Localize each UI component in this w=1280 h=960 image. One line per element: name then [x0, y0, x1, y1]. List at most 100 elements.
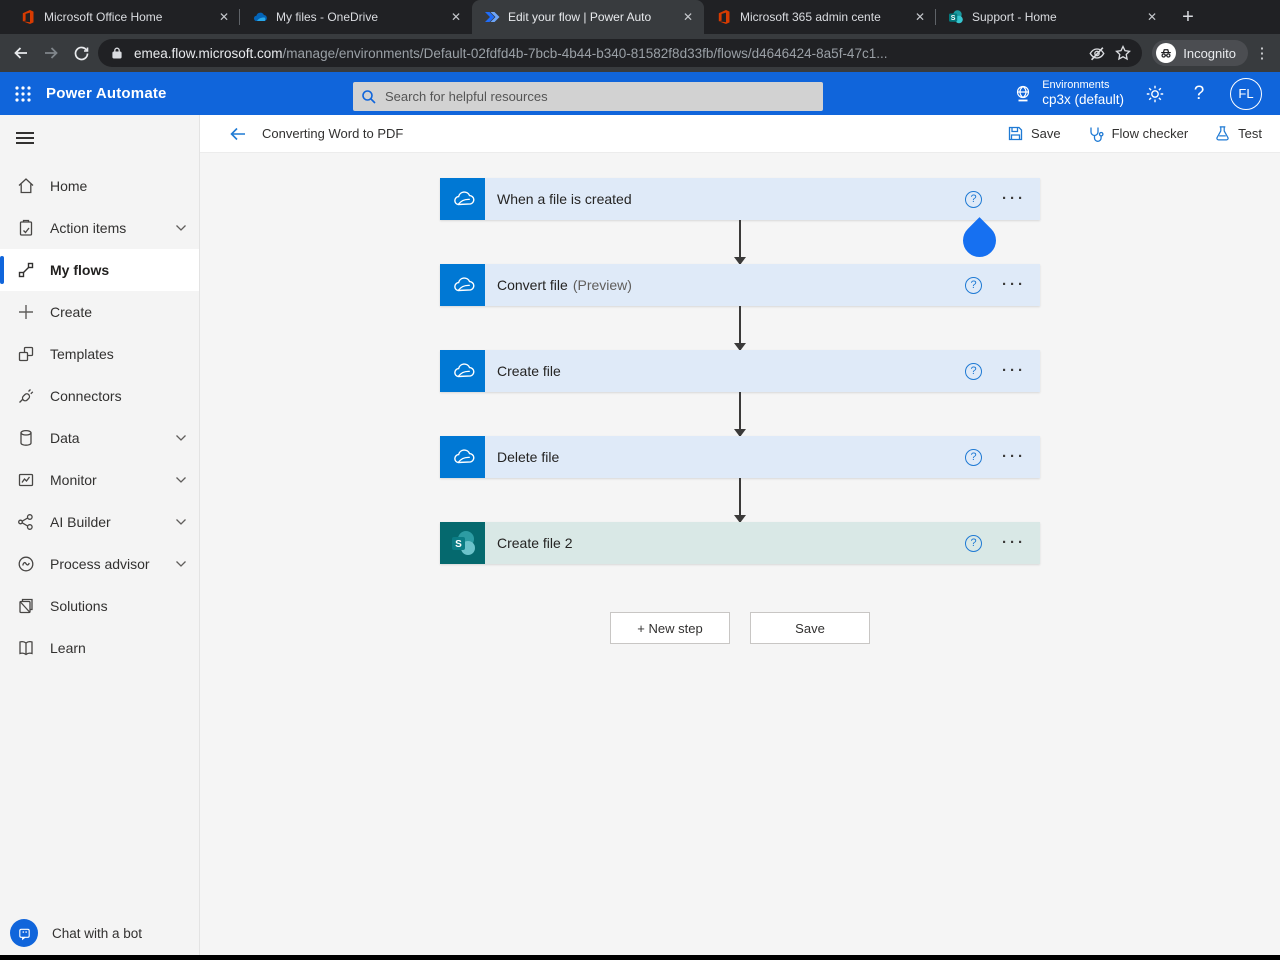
reload-icon[interactable]: [68, 40, 94, 66]
step-menu-icon[interactable]: ···: [1002, 191, 1026, 206]
step-help-icon[interactable]: ?: [965, 190, 982, 208]
ai-builder-icon: [18, 514, 33, 530]
step-menu-icon[interactable]: ···: [1002, 535, 1026, 550]
environment-picker[interactable]: Environments cp3x (default): [1012, 79, 1124, 107]
sidebar-item-monitor[interactable]: Monitor: [0, 459, 199, 501]
onedrive-connector-icon: [440, 350, 485, 392]
process-advisor-icon: [18, 556, 34, 572]
flow-step-delete-file[interactable]: Delete file ? ···: [440, 436, 1040, 478]
tab-close-icon[interactable]: ✕: [680, 9, 696, 25]
step-help-icon[interactable]: ?: [965, 448, 982, 466]
sidebar-item-home[interactable]: Home: [0, 165, 199, 207]
chevron-down-icon: [176, 225, 186, 231]
plus-icon: [19, 305, 33, 319]
flow-canvas: When a file is created ? ··· Convert fil…: [200, 153, 1280, 955]
sidebar-item-data[interactable]: Data: [0, 417, 199, 459]
tab-close-icon[interactable]: ✕: [216, 9, 232, 25]
sidebar-item-solutions[interactable]: Solutions: [0, 585, 199, 627]
onedrive-connector-icon: [440, 264, 485, 306]
back-arrow-icon[interactable]: [226, 122, 250, 146]
home-icon: [18, 178, 34, 194]
office-favicon: [20, 9, 36, 25]
connector-arrow: [734, 392, 746, 437]
tab-close-icon[interactable]: ✕: [1144, 9, 1160, 25]
step-help-icon[interactable]: ?: [965, 362, 982, 380]
sidebar-item-process-advisor[interactable]: Process advisor: [0, 543, 199, 585]
settings-gear-icon[interactable]: [1142, 81, 1168, 107]
flow-step-create-file[interactable]: Create file ? ···: [440, 350, 1040, 392]
stethoscope-icon: [1089, 127, 1104, 142]
solutions-icon: [19, 598, 33, 614]
test-button[interactable]: Test: [1214, 125, 1262, 142]
url-field[interactable]: emea.flow.microsoft.com/manage/environme…: [98, 39, 1143, 67]
flow-toolbar: Converting Word to PDF Save Flow checker…: [200, 115, 1280, 153]
new-tab-button[interactable]: +: [1174, 3, 1202, 31]
browser-menu-icon[interactable]: ⋮: [1252, 44, 1272, 62]
help-icon[interactable]: ?: [1186, 81, 1212, 107]
tab-title: Microsoft Office Home: [44, 10, 163, 24]
flows-icon: [18, 262, 34, 278]
tab-office-home[interactable]: Microsoft Office Home ✕: [8, 0, 240, 34]
sidebar-item-ai-builder[interactable]: AI Builder: [0, 501, 199, 543]
eye-off-icon[interactable]: [1088, 44, 1106, 62]
learn-book-icon: [19, 641, 33, 656]
sidebar-item-learn[interactable]: Learn: [0, 627, 199, 669]
database-icon: [20, 429, 32, 446]
flow-step-convert-file[interactable]: Convert file (Preview) ? ···: [440, 264, 1040, 306]
environments-label: Environments: [1042, 79, 1110, 92]
flow-step-create-file-2[interactable]: S Create file 2 ? ···: [440, 522, 1040, 564]
chat-with-bot-button[interactable]: Chat with a bot: [10, 919, 142, 947]
step-title: Convert file: [497, 277, 568, 293]
step-title: Create file 2: [497, 535, 573, 551]
step-title: Delete file: [497, 449, 560, 465]
avatar[interactable]: FL: [1230, 77, 1262, 110]
step-help-icon[interactable]: ?: [965, 276, 982, 294]
step-suffix: (Preview): [572, 277, 632, 293]
step-menu-icon[interactable]: ···: [1002, 363, 1026, 378]
sidebar-item-my-flows[interactable]: My flows: [0, 249, 199, 291]
power-automate-favicon: [484, 9, 500, 25]
svg-text:S: S: [951, 15, 956, 22]
tab-title: Microsoft 365 admin cente: [740, 10, 881, 24]
search-input[interactable]: [385, 89, 815, 104]
step-help-icon[interactable]: ?: [965, 534, 982, 552]
connectors-icon: [19, 389, 34, 403]
step-menu-icon[interactable]: ···: [1002, 449, 1026, 464]
hamburger-menu-icon[interactable]: [0, 115, 199, 153]
chevron-down-icon: [176, 435, 186, 441]
canvas-save-button[interactable]: Save: [750, 612, 870, 644]
step-title: Create file: [497, 363, 561, 379]
onedrive-connector-icon: [440, 178, 485, 220]
tab-power-automate-active[interactable]: Edit your flow | Power Auto ✕: [472, 0, 704, 34]
templates-icon: [18, 346, 34, 362]
tab-close-icon[interactable]: ✕: [448, 9, 464, 25]
back-icon[interactable]: [8, 40, 34, 66]
padlock-icon: [108, 44, 126, 62]
tab-onedrive[interactable]: My files - OneDrive ✕: [240, 0, 472, 34]
bookmark-star-icon[interactable]: [1114, 44, 1132, 62]
chevron-down-icon: [176, 561, 186, 567]
taskbar-strip: [0, 955, 1280, 960]
step-menu-icon[interactable]: ···: [1002, 277, 1026, 292]
waffle-icon[interactable]: [0, 72, 46, 115]
new-step-button[interactable]: + New step: [610, 612, 730, 644]
sidebar-item-action-items[interactable]: Action items: [0, 207, 199, 249]
sidebar-item-templates[interactable]: Templates: [0, 333, 199, 375]
sidebar-item-create[interactable]: Create: [0, 291, 199, 333]
flow-checker-button[interactable]: Flow checker: [1087, 125, 1188, 143]
tab-support-home[interactable]: S Support - Home ✕: [936, 0, 1168, 34]
forward-icon[interactable]: [38, 40, 64, 66]
app-title: Power Automate: [46, 85, 167, 102]
tab-close-icon[interactable]: ✕: [912, 9, 928, 25]
save-button[interactable]: Save: [1007, 125, 1061, 142]
search-box: [353, 82, 823, 111]
incognito-icon: [1156, 43, 1177, 63]
url-text: emea.flow.microsoft.com/manage/environme…: [134, 46, 1080, 61]
connector-arrow: [734, 220, 746, 265]
onedrive-favicon: [252, 9, 268, 25]
sidebar-item-connectors[interactable]: Connectors: [0, 375, 199, 417]
svg-text:S: S: [455, 539, 462, 550]
flow-title: Converting Word to PDF: [262, 126, 404, 141]
tab-admin-center[interactable]: Microsoft 365 admin cente ✕: [704, 0, 936, 34]
flow-step-when-file-created[interactable]: When a file is created ? ···: [440, 178, 1040, 220]
